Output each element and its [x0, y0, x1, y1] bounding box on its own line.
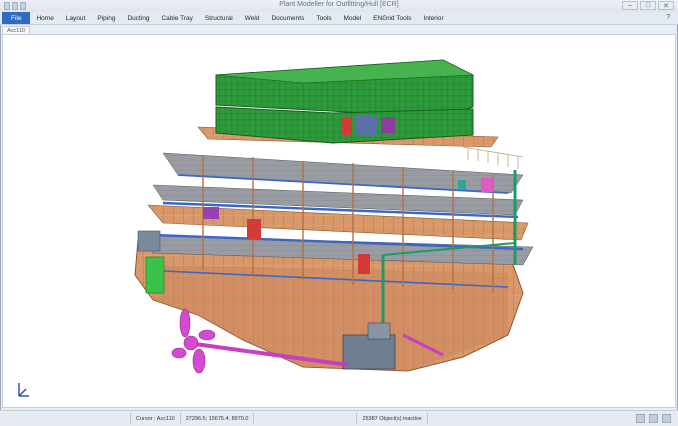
- window-controls: – □ ✕: [622, 1, 674, 10]
- ribbon-menu-bar: File Home Layout Piping Ducting Cable Tr…: [0, 12, 678, 25]
- help-icon[interactable]: ?: [666, 14, 670, 21]
- purple-equipment-2: [203, 207, 219, 219]
- menu-home[interactable]: Home: [30, 12, 59, 24]
- minimize-button[interactable]: –: [622, 1, 638, 10]
- ortho-toggle-icon[interactable]: [662, 414, 671, 423]
- red-equipment-1: [341, 117, 351, 135]
- status-coordinates: 27296.5; 15675.4; 8970.0: [181, 413, 255, 424]
- 3d-viewport[interactable]: [2, 34, 676, 408]
- blue-equipment-1: [355, 115, 377, 135]
- menu-tools[interactable]: Tools: [310, 12, 337, 24]
- status-bar: Cursor : Acc110 27296.5; 15675.4; 8970.0…: [0, 410, 678, 426]
- ship-model-render[interactable]: [3, 35, 675, 407]
- red-equipment-2: [247, 219, 261, 239]
- green-machinery-left: [145, 256, 165, 294]
- close-button[interactable]: ✕: [658, 1, 674, 10]
- file-menu-button[interactable]: File: [2, 12, 31, 24]
- purple-equipment-1: [381, 117, 395, 133]
- status-cursor: Cursor : Acc110: [131, 413, 181, 424]
- pink-equipment-1: [481, 178, 493, 192]
- teal-equipment: [458, 180, 466, 190]
- status-object-count: 25387 Object(s) inactive: [357, 413, 428, 424]
- grey-machinery-left: [137, 230, 161, 252]
- status-icons: [629, 413, 678, 424]
- coordinate-axis-icon: [18, 383, 29, 397]
- menu-weld[interactable]: Weld: [239, 12, 266, 24]
- menu-interior[interactable]: Interior: [417, 12, 449, 24]
- steering-gear-top: [367, 322, 391, 340]
- status-spacer-2: [254, 413, 358, 424]
- application-window: Plant Modeller for Outfitting/Hull [ECR]…: [0, 0, 678, 426]
- red-equipment-3: [358, 254, 370, 274]
- menu-layout[interactable]: Layout: [60, 12, 92, 24]
- railing: [462, 146, 524, 169]
- menu-cable-tray[interactable]: Cable Tray: [155, 12, 198, 24]
- menu-structural[interactable]: Structural: [199, 12, 239, 24]
- menu-model[interactable]: Model: [338, 12, 368, 24]
- window-title: Plant Modeller for Outfitting/Hull [ECR]: [279, 1, 399, 8]
- menu-ducting[interactable]: Ducting: [121, 12, 155, 24]
- grid-toggle-icon[interactable]: [636, 414, 645, 423]
- menu-engrid-tools[interactable]: ENGrid Tools: [367, 12, 417, 24]
- snap-toggle-icon[interactable]: [649, 414, 658, 423]
- steering-gear-block: [342, 334, 396, 370]
- menu-piping[interactable]: Piping: [91, 12, 121, 24]
- status-spacer: [0, 413, 131, 424]
- menu-documents[interactable]: Documents: [265, 12, 310, 24]
- maximize-button[interactable]: □: [640, 1, 656, 10]
- deck-level-4: [162, 152, 524, 194]
